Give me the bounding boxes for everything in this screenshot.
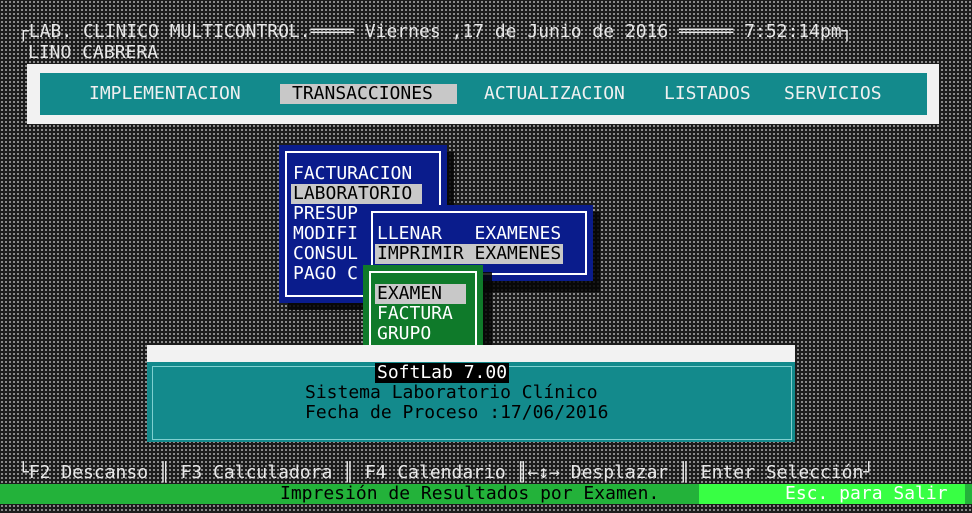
separator: ║ bbox=[332, 462, 365, 483]
menu-item-laboratorio[interactable]: LABORATORIO bbox=[291, 184, 423, 204]
menu-item-imprimir-examenes[interactable]: IMPRIMIR EXAMENES bbox=[375, 244, 564, 264]
lab-name: LAB. CLINICO MULTICONTROL. bbox=[28, 21, 311, 42]
separator: ║ bbox=[668, 462, 701, 483]
corner-glyph-bottom: └ bbox=[18, 462, 29, 483]
corner-glyph-right: ┐ bbox=[841, 21, 853, 42]
menu-item-consul[interactable]: CONSUL bbox=[293, 244, 358, 264]
menu-item-modifi[interactable]: MODIFI bbox=[293, 224, 358, 244]
corner-glyph-bottom-right: ┘ bbox=[863, 462, 875, 483]
menu-actualizacion[interactable]: ACTUALIZACION bbox=[484, 84, 625, 104]
menu-item-facturacion[interactable]: FACTURACION bbox=[293, 164, 412, 184]
menu-item-factura[interactable]: FACTURA bbox=[377, 304, 453, 324]
key-f4[interactable]: F4 Calendario bbox=[365, 462, 506, 483]
menu-servicios[interactable]: SERVICIOS bbox=[784, 84, 882, 104]
key-navigate: ←↕→ Desplazar bbox=[527, 462, 669, 483]
process-date: Fecha de Proceso :17/06/2016 bbox=[305, 402, 609, 423]
key-f2[interactable]: F2 Descanso bbox=[29, 462, 148, 483]
version-label: SoftLab 7.00 bbox=[375, 362, 510, 383]
header-line: ┌LAB. CLINICO MULTICONTROL.════ Viernes … bbox=[18, 22, 852, 42]
function-keys: └F2 Descanso ║ F3 Calculadora ║ F4 Calen… bbox=[18, 463, 874, 483]
menu-item-examen[interactable]: EXAMEN bbox=[375, 284, 467, 304]
menu-item-pago[interactable]: PAGO C bbox=[293, 264, 358, 284]
user-name: LINO CABRERA bbox=[28, 42, 159, 63]
menu-item-llenar-examenes[interactable]: LLENAR EXAMENES bbox=[377, 224, 561, 244]
menu-item-grupo[interactable]: GRUPO bbox=[377, 324, 431, 344]
system-name: Sistema Laboratorio Clínico bbox=[305, 382, 598, 403]
menu-listados[interactable]: LISTADOS bbox=[664, 84, 751, 104]
separator: ║ bbox=[148, 462, 181, 483]
header-date: Viernes ,17 de Junio de 2016 bbox=[364, 21, 669, 42]
key-f3[interactable]: F3 Calculadora bbox=[181, 462, 333, 483]
corner-glyph: ┌ bbox=[18, 21, 29, 42]
separator: ║ bbox=[505, 462, 528, 483]
header-time: 7:52:14pm bbox=[744, 21, 842, 42]
menu-transacciones[interactable]: TRANSACCIONES bbox=[280, 84, 457, 104]
esc-hint[interactable]: Esc. para Salir bbox=[785, 484, 948, 504]
header-rule-left: ════ bbox=[310, 21, 365, 42]
status-message: Impresión de Resultados por Examen. bbox=[280, 483, 660, 504]
menu-item-presup[interactable]: PRESUP bbox=[293, 204, 358, 224]
header-rule-right: ═════ bbox=[668, 21, 745, 42]
key-enter[interactable]: Enter Selección bbox=[701, 462, 864, 483]
menu-implementacion[interactable]: IMPLEMENTACION bbox=[89, 84, 241, 104]
